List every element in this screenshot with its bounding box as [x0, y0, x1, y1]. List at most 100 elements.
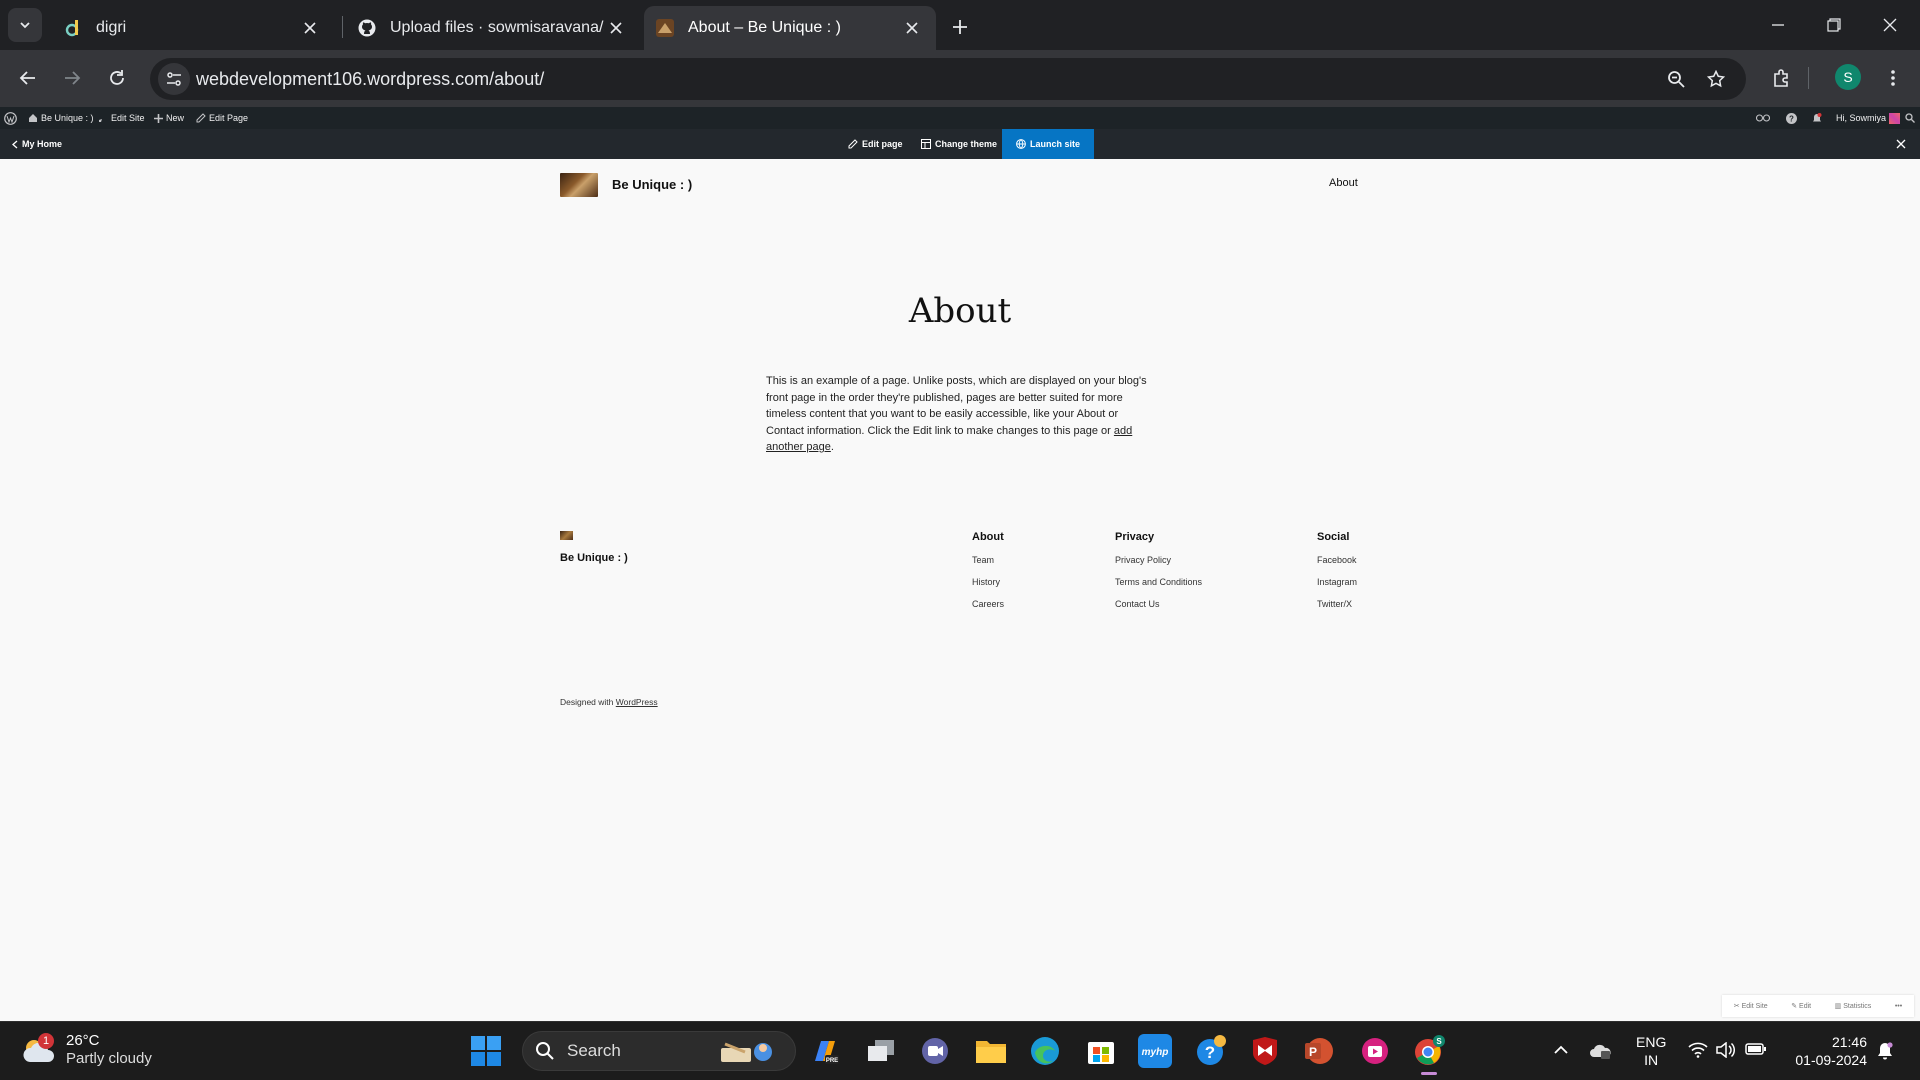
restore-button[interactable] [1806, 0, 1862, 50]
close-launch-bar-button[interactable] [1896, 129, 1910, 159]
volume-icon[interactable] [1716, 1042, 1736, 1058]
footer-link-team[interactable]: Team [972, 555, 1004, 565]
tab-digri[interactable]: digri [52, 6, 334, 50]
onedrive-cloud-icon[interactable] [1590, 1042, 1612, 1060]
system-clock[interactable]: 21:46 01-09-2024 [1787, 1033, 1867, 1069]
notification-bell-icon[interactable] [1877, 1042, 1893, 1060]
close-tab-icon[interactable] [298, 16, 322, 40]
clipchamp-icon[interactable] [1358, 1034, 1392, 1068]
admin-new[interactable]: New [154, 107, 184, 129]
footer-site-title[interactable]: Be Unique : ) [560, 552, 628, 564]
url-text[interactable]: webdevelopment106.wordpress.com/about/ [196, 69, 544, 90]
copilot-app-icon[interactable]: PRE [808, 1034, 842, 1068]
clock-date: 01-09-2024 [1795, 1052, 1867, 1068]
profile-avatar[interactable]: S [1835, 64, 1861, 90]
launch-site-button[interactable]: Launch site [1002, 129, 1095, 159]
taskbar-search[interactable]: Search [522, 1031, 796, 1071]
footer-link-privacy-policy[interactable]: Privacy Policy [1115, 555, 1202, 565]
show-hidden-icons-chevron-up-icon[interactable] [1553, 1042, 1569, 1058]
admin-search-icon[interactable] [1905, 107, 1918, 129]
myhp-app-icon[interactable]: myhp [1138, 1034, 1172, 1068]
site-logo[interactable] [560, 173, 598, 197]
tab-about-be-unique[interactable]: About – Be Unique : ) [644, 6, 936, 50]
chrome-app-icon[interactable]: S [1412, 1034, 1446, 1075]
footer-link-history[interactable]: History [972, 577, 1004, 587]
body-paragraph-end: . [830, 441, 834, 453]
more-horizontal-icon[interactable]: ••• [1895, 1003, 1902, 1010]
arrow-right-icon [65, 71, 81, 85]
edge-browser-icon[interactable] [1028, 1034, 1062, 1068]
windows-logo-icon [471, 1036, 501, 1066]
launch-site-label: Launch site [1030, 139, 1081, 149]
svg-text:P: P [1309, 1045, 1317, 1059]
corner-statistics[interactable]: ▥ Statistics [1835, 1002, 1872, 1010]
puzzle-icon [1774, 69, 1788, 87]
back-button[interactable] [11, 61, 45, 95]
wifi-icon[interactable] [1688, 1042, 1708, 1058]
user-avatar-icon [1889, 112, 1901, 124]
chevron-down-icon [20, 22, 30, 29]
corner-edit-site[interactable]: ✂ Edit Site [1734, 1002, 1768, 1010]
change-theme-button[interactable]: Change theme [921, 129, 997, 159]
search-icon [536, 1042, 554, 1060]
task-view-icon[interactable] [864, 1034, 898, 1068]
start-button[interactable] [470, 1035, 502, 1067]
reader-icon[interactable] [1756, 107, 1773, 129]
my-home-link[interactable]: My Home [12, 129, 62, 159]
file-explorer-icon[interactable] [974, 1034, 1008, 1068]
help-icon[interactable]: ? [1786, 107, 1800, 129]
footer-link-facebook[interactable]: Facebook [1317, 555, 1357, 565]
browser-toolbar: webdevelopment106.wordpress.com/about/ S [0, 50, 1920, 107]
admin-account[interactable]: Hi, Sowmiya [1836, 107, 1901, 129]
search-highlight-art-icon [721, 1042, 772, 1062]
new-tab-button[interactable] [945, 12, 975, 42]
edit-page-button[interactable]: Edit page [848, 129, 903, 159]
site-info-button[interactable] [158, 63, 190, 95]
address-bar[interactable]: webdevelopment106.wordpress.com/about/ [150, 58, 1746, 100]
tab-title: Upload files · sowmisaravana/sc [390, 19, 604, 36]
site-title[interactable]: Be Unique : ) [612, 177, 692, 192]
footer-heading: Social [1317, 531, 1350, 543]
footer-logo[interactable] [560, 531, 573, 540]
wordpress-link[interactable]: WordPress [616, 697, 658, 707]
page-title: About [908, 291, 1012, 331]
admin-edit-site[interactable]: Edit Site [98, 107, 145, 129]
admin-site-name[interactable]: Be Unique : ) [28, 107, 94, 129]
close-window-button[interactable] [1862, 0, 1918, 50]
plus-icon [154, 113, 163, 123]
menu-button[interactable] [1876, 61, 1910, 95]
teams-meet-icon[interactable] [918, 1034, 952, 1068]
corner-edit[interactable]: ✎ Edit [1791, 1002, 1811, 1010]
restore-icon [1827, 18, 1841, 32]
microsoft-store-icon[interactable] [1084, 1034, 1118, 1068]
wordpress-logo-icon[interactable] [4, 107, 20, 129]
extensions-button[interactable] [1765, 61, 1799, 95]
close-tab-icon[interactable] [604, 16, 628, 40]
weather-badge: 1 [38, 1033, 54, 1049]
active-app-indicator [1421, 1072, 1437, 1075]
nav-item-about[interactable]: About [1329, 177, 1358, 189]
mcafee-icon[interactable] [1248, 1034, 1282, 1068]
footer-link-contact[interactable]: Contact Us [1115, 599, 1202, 609]
notifications-bell-icon[interactable] [1812, 107, 1825, 129]
weather-widget[interactable]: 1 26°C Partly cloudy [20, 1030, 152, 1070]
battery-icon[interactable] [1745, 1042, 1767, 1056]
footer-link-twitter[interactable]: Twitter/X [1317, 599, 1357, 609]
reload-button[interactable] [100, 61, 134, 95]
tab-github-upload[interactable]: Upload files · sowmisaravana/sc [346, 6, 640, 50]
footer-link-careers[interactable]: Careers [972, 599, 1004, 609]
admin-new-label: New [166, 113, 185, 123]
zoom-button[interactable] [1662, 65, 1690, 93]
powerpoint-icon[interactable]: P [1302, 1034, 1336, 1068]
footer-link-instagram[interactable]: Instagram [1317, 577, 1357, 587]
forward-button[interactable] [55, 61, 89, 95]
tab-search-button[interactable] [8, 8, 42, 42]
corner-edit-label: Edit [1799, 1003, 1812, 1010]
get-help-icon[interactable]: ? [1194, 1034, 1228, 1068]
bookmark-button[interactable] [1702, 65, 1730, 93]
language-indicator[interactable]: ENG IN [1636, 1033, 1666, 1069]
close-tab-icon[interactable] [900, 16, 924, 40]
admin-edit-page[interactable]: Edit Page [196, 107, 248, 129]
footer-link-terms[interactable]: Terms and Conditions [1115, 577, 1202, 587]
minimize-button[interactable] [1750, 0, 1806, 50]
